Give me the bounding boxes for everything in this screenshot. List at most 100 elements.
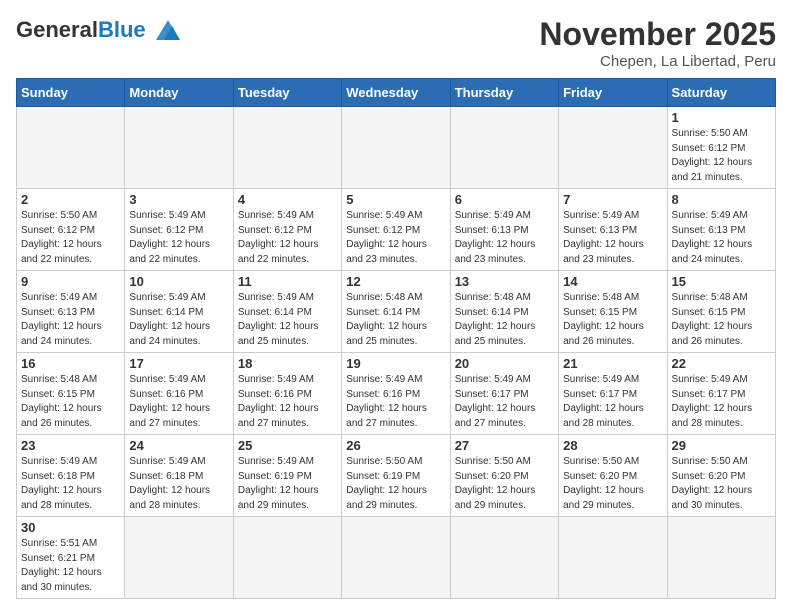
day-cell: 21Sunrise: 5:49 AM Sunset: 6:17 PM Dayli…: [559, 353, 667, 435]
day-number: 6: [455, 192, 554, 207]
day-info: Sunrise: 5:49 AM Sunset: 6:16 PM Dayligh…: [129, 373, 228, 431]
day-cell: 28 Sunrise: 5:50 AM Sunset: 6:20 PM Dayli…: [559, 435, 667, 517]
day-cell: 11 Sunrise: 5:49 AM Sunset: 6:14 PM Dayli…: [233, 271, 341, 353]
week-row-1: 1 Sunrise: 5:50 AM Sunset: 6:12 PM Daylig…: [17, 107, 776, 189]
calendar-table: SundayMondayTuesdayWednesdayThursdayFrid…: [16, 78, 776, 599]
day-info: Sunrise: 5:49 AM Sunset: 6:13 PM Dayligh…: [563, 209, 662, 267]
day-cell: 13 Sunrise: 5:48 AM Sunset: 6:14 PM Dayli…: [450, 271, 558, 353]
day-cell: 17Sunrise: 5:49 AM Sunset: 6:16 PM Dayli…: [125, 353, 233, 435]
day-info: Sunrise: 5:49 AM Sunset: 6:19 PM Dayligh…: [238, 455, 337, 513]
day-number: 16: [21, 356, 120, 371]
day-cell: 24Sunrise: 5:49 AM Sunset: 6:18 PM Dayli…: [125, 435, 233, 517]
day-info: Sunrise: 5:49 AM Sunset: 6:13 PM Dayligh…: [455, 209, 554, 267]
day-number: 1: [672, 110, 771, 125]
title-block: November 2025 Chepen, La Libertad, Peru: [539, 16, 776, 70]
header-row: SundayMondayTuesdayWednesdayThursdayFrid…: [17, 79, 776, 107]
day-cell: [342, 107, 450, 189]
day-header-friday: Friday: [559, 79, 667, 107]
day-cell: 18Sunrise: 5:49 AM Sunset: 6:16 PM Dayli…: [233, 353, 341, 435]
day-cell: 26 Sunrise: 5:50 AM Sunset: 6:19 PM Dayli…: [342, 435, 450, 517]
day-cell: 12Sunrise: 5:48 AM Sunset: 6:14 PM Dayli…: [342, 271, 450, 353]
day-info: Sunrise: 5:49 AM Sunset: 6:12 PM Dayligh…: [238, 209, 337, 267]
day-header-monday: Monday: [125, 79, 233, 107]
day-number: 10: [129, 274, 228, 289]
day-number: 19: [346, 356, 445, 371]
day-number: 8: [672, 192, 771, 207]
day-cell: 2 Sunrise: 5:50 AM Sunset: 6:12 PM Daylig…: [17, 189, 125, 271]
day-info: Sunrise: 5:49 AM Sunset: 6:17 PM Dayligh…: [672, 373, 771, 431]
day-cell: 8 Sunrise: 5:49 AM Sunset: 6:13 PM Daylig…: [667, 189, 775, 271]
day-cell: 30Sunrise: 5:51 AM Sunset: 6:21 PM Dayli…: [17, 517, 125, 599]
day-number: 13: [455, 274, 554, 289]
week-row-5: 23 Sunrise: 5:49 AM Sunset: 6:18 PM Dayli…: [17, 435, 776, 517]
week-row-6: 30Sunrise: 5:51 AM Sunset: 6:21 PM Dayli…: [17, 517, 776, 599]
week-row-4: 16 Sunrise: 5:48 AM Sunset: 6:15 PM Dayli…: [17, 353, 776, 435]
month-title: November 2025: [539, 16, 776, 53]
day-info: Sunrise: 5:50 AM Sunset: 6:20 PM Dayligh…: [672, 455, 771, 513]
day-number: 7: [563, 192, 662, 207]
day-number: 9: [21, 274, 120, 289]
day-number: 29: [672, 438, 771, 453]
day-cell: 19Sunrise: 5:49 AM Sunset: 6:16 PM Dayli…: [342, 353, 450, 435]
day-number: 30: [21, 520, 120, 535]
day-cell: 5 Sunrise: 5:49 AM Sunset: 6:12 PM Daylig…: [342, 189, 450, 271]
day-header-saturday: Saturday: [667, 79, 775, 107]
day-info: Sunrise: 5:50 AM Sunset: 6:20 PM Dayligh…: [455, 455, 554, 513]
day-info: Sunrise: 5:49 AM Sunset: 6:14 PM Dayligh…: [238, 291, 337, 349]
location: Chepen, La Libertad, Peru: [539, 53, 776, 70]
day-cell: 29 Sunrise: 5:50 AM Sunset: 6:20 PM Dayli…: [667, 435, 775, 517]
day-info: Sunrise: 5:48 AM Sunset: 6:15 PM Dayligh…: [21, 373, 120, 431]
day-number: 26: [346, 438, 445, 453]
day-info: Sunrise: 5:49 AM Sunset: 6:17 PM Dayligh…: [563, 373, 662, 431]
week-row-3: 9 Sunrise: 5:49 AM Sunset: 6:13 PM Daylig…: [17, 271, 776, 353]
logo: GeneralBlue: [16, 16, 186, 44]
day-info: Sunrise: 5:48 AM Sunset: 6:15 PM Dayligh…: [672, 291, 771, 349]
day-info: Sunrise: 5:49 AM Sunset: 6:12 PM Dayligh…: [346, 209, 445, 267]
day-info: Sunrise: 5:49 AM Sunset: 6:18 PM Dayligh…: [21, 455, 120, 513]
logo-text: GeneralBlue: [16, 19, 146, 41]
day-number: 23: [21, 438, 120, 453]
day-cell: [667, 517, 775, 599]
day-number: 28: [563, 438, 662, 453]
day-cell: [125, 107, 233, 189]
day-number: 14: [563, 274, 662, 289]
day-info: Sunrise: 5:49 AM Sunset: 6:13 PM Dayligh…: [672, 209, 771, 267]
page-header: GeneralBlue November 2025 Chepen, La Lib…: [16, 16, 776, 70]
day-info: Sunrise: 5:50 AM Sunset: 6:12 PM Dayligh…: [672, 127, 771, 185]
day-header-thursday: Thursday: [450, 79, 558, 107]
day-info: Sunrise: 5:50 AM Sunset: 6:12 PM Dayligh…: [21, 209, 120, 267]
day-cell: 9 Sunrise: 5:49 AM Sunset: 6:13 PM Daylig…: [17, 271, 125, 353]
day-info: Sunrise: 5:49 AM Sunset: 6:16 PM Dayligh…: [238, 373, 337, 431]
day-cell: 3 Sunrise: 5:49 AM Sunset: 6:12 PM Daylig…: [125, 189, 233, 271]
day-number: 27: [455, 438, 554, 453]
day-cell: 27 Sunrise: 5:50 AM Sunset: 6:20 PM Dayli…: [450, 435, 558, 517]
day-cell: 15Sunrise: 5:48 AM Sunset: 6:15 PM Dayli…: [667, 271, 775, 353]
day-cell: [450, 107, 558, 189]
day-cell: [559, 517, 667, 599]
day-number: 11: [238, 274, 337, 289]
day-cell: 4Sunrise: 5:49 AM Sunset: 6:12 PM Daylig…: [233, 189, 341, 271]
day-cell: 14Sunrise: 5:48 AM Sunset: 6:15 PM Dayli…: [559, 271, 667, 353]
day-info: Sunrise: 5:50 AM Sunset: 6:20 PM Dayligh…: [563, 455, 662, 513]
day-number: 2: [21, 192, 120, 207]
day-cell: [342, 517, 450, 599]
day-info: Sunrise: 5:50 AM Sunset: 6:19 PM Dayligh…: [346, 455, 445, 513]
day-info: Sunrise: 5:49 AM Sunset: 6:14 PM Dayligh…: [129, 291, 228, 349]
day-info: Sunrise: 5:49 AM Sunset: 6:18 PM Dayligh…: [129, 455, 228, 513]
day-number: 25: [238, 438, 337, 453]
day-cell: [450, 517, 558, 599]
day-cell: [559, 107, 667, 189]
day-cell: 20Sunrise: 5:49 AM Sunset: 6:17 PM Dayli…: [450, 353, 558, 435]
day-cell: 7 Sunrise: 5:49 AM Sunset: 6:13 PM Daylig…: [559, 189, 667, 271]
day-cell: [233, 107, 341, 189]
day-info: Sunrise: 5:48 AM Sunset: 6:14 PM Dayligh…: [455, 291, 554, 349]
day-info: Sunrise: 5:49 AM Sunset: 6:13 PM Dayligh…: [21, 291, 120, 349]
day-cell: 23 Sunrise: 5:49 AM Sunset: 6:18 PM Dayli…: [17, 435, 125, 517]
day-header-wednesday: Wednesday: [342, 79, 450, 107]
week-row-2: 2 Sunrise: 5:50 AM Sunset: 6:12 PM Daylig…: [17, 189, 776, 271]
day-info: Sunrise: 5:49 AM Sunset: 6:12 PM Dayligh…: [129, 209, 228, 267]
day-cell: [17, 107, 125, 189]
day-number: 5: [346, 192, 445, 207]
day-number: 3: [129, 192, 228, 207]
day-number: 20: [455, 356, 554, 371]
